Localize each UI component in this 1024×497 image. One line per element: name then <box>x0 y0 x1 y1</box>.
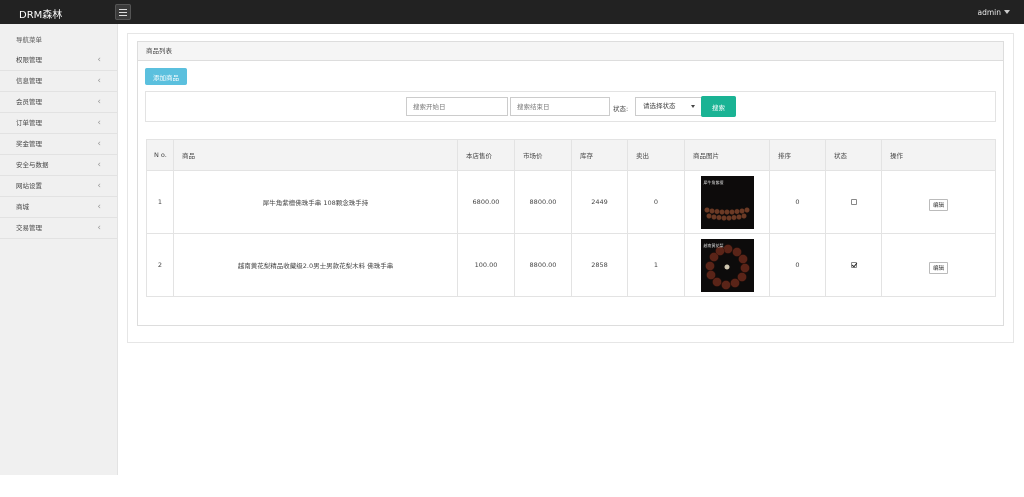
sold: 1 <box>627 233 685 297</box>
image-label: 犀牛角紫檀 <box>703 179 724 185</box>
sidebar-item-label: 安全与数据 <box>16 161 49 169</box>
sidebar-item-label: 商城 <box>16 203 29 211</box>
sidebar-item-orders[interactable]: 订单管理 ‹ <box>0 113 117 134</box>
search-bar: 状态: 请选择状态 搜索 <box>145 91 996 122</box>
product-image: 犀牛角紫檀 <box>700 175 754 229</box>
product-image: 越南黄花梨 <box>700 238 754 292</box>
col-sort: 排序 <box>769 139 826 171</box>
col-product: 商品 <box>173 139 458 171</box>
panel-title: 商品列表 <box>138 42 1003 61</box>
sidebar-item-info[interactable]: 信息管理 ‹ <box>0 71 117 92</box>
status-cell <box>825 233 882 297</box>
chevron-left-icon: ‹ <box>97 97 101 107</box>
operations-cell: 编辑 <box>881 170 996 234</box>
product-name: 犀牛角紫檀佛珠手串 108颗念珠手持 <box>173 170 458 234</box>
image-label: 越南黄花梨 <box>703 242 724 248</box>
sidebar-item-label: 交易管理 <box>16 224 42 232</box>
image-cell: 越南黄花梨 <box>684 233 770 297</box>
row-no: 2 <box>146 233 174 297</box>
hamburger-icon[interactable] <box>115 4 131 20</box>
sidebar-item-label: 奖金管理 <box>16 140 42 148</box>
chevron-left-icon: ‹ <box>97 160 101 170</box>
product-name: 越南黄花梨精品收藏级2.0男士男款花梨木料 佛珠手串 <box>173 233 458 297</box>
table-row: 1 犀牛角紫檀佛珠手串 108颗念珠手持 6800.00 8800.00 244… <box>146 170 996 234</box>
sidebar-item-mall[interactable]: 商城 ‹ <box>0 197 117 218</box>
chevron-left-icon: ‹ <box>97 76 101 86</box>
image-cell: 犀牛角紫檀 <box>684 170 770 234</box>
price: 6800.00 <box>457 170 515 234</box>
status-checkbox[interactable] <box>850 199 857 205</box>
edit-button[interactable]: 编辑 <box>928 199 948 211</box>
chevron-left-icon: ‹ <box>97 223 101 233</box>
sidebar-item-permissions[interactable]: 权限管理 ‹ <box>0 50 117 71</box>
col-stock: 库存 <box>571 139 628 171</box>
chevron-left-icon: ‹ <box>97 55 101 65</box>
col-no: N o. <box>146 139 174 171</box>
sidebar-item-site-settings[interactable]: 网站设置 ‹ <box>0 176 117 197</box>
row-no: 1 <box>146 170 174 234</box>
col-image: 商品图片 <box>684 139 770 171</box>
chevron-left-icon: ‹ <box>97 181 101 191</box>
sidebar-item-label: 权限管理 <box>16 56 42 64</box>
chevron-left-icon: ‹ <box>97 202 101 212</box>
status-select[interactable]: 请选择状态 <box>635 97 702 116</box>
edit-button[interactable]: 编辑 <box>928 262 948 274</box>
brand-title[interactable]: DRM森林 <box>19 6 62 21</box>
status-label: 状态: <box>613 105 629 113</box>
sidebar-item-label: 会员管理 <box>16 98 42 106</box>
add-product-button[interactable]: 添加商品 <box>145 68 187 85</box>
status-select-value: 请选择状态 <box>643 102 676 110</box>
col-operations: 操作 <box>881 139 996 171</box>
market-price: 8800.00 <box>514 170 572 234</box>
username: admin <box>977 8 1002 17</box>
goods-table: N o. 商品 本店售价 市场价 库存 卖出 商品图片 排序 状态 操作 1 犀… <box>146 139 996 297</box>
status-checkbox[interactable] <box>850 262 857 268</box>
status-cell <box>825 170 882 234</box>
stock: 2449 <box>571 170 628 234</box>
operations-cell: 编辑 <box>881 233 996 297</box>
col-market-price: 市场价 <box>514 139 572 171</box>
sidebar: 导航菜单 权限管理 ‹ 信息管理 ‹ 会员管理 ‹ 订单管理 ‹ 奖金管理 ‹ 安全与数据… <box>0 24 118 475</box>
select-caret-icon <box>691 105 695 108</box>
sidebar-item-bonus[interactable]: 奖金管理 ‹ <box>0 134 117 155</box>
sidebar-heading: 导航菜单 <box>16 36 42 44</box>
col-sold: 卖出 <box>627 139 685 171</box>
end-date-input[interactable] <box>510 97 610 116</box>
chevron-left-icon: ‹ <box>97 139 101 149</box>
sidebar-item-trade[interactable]: 交易管理 ‹ <box>0 218 117 239</box>
sidebar-item-security[interactable]: 安全与数据 ‹ <box>0 155 117 176</box>
chevron-left-icon: ‹ <box>97 118 101 128</box>
col-price: 本店售价 <box>457 139 515 171</box>
sidebar-item-label: 网站设置 <box>16 182 42 190</box>
price: 100.00 <box>457 233 515 297</box>
caret-down-icon <box>1004 10 1010 14</box>
sidebar-item-label: 信息管理 <box>16 77 42 85</box>
user-menu[interactable]: admin <box>977 8 1010 17</box>
stock: 2858 <box>571 233 628 297</box>
sort: 0 <box>769 170 826 234</box>
start-date-input[interactable] <box>406 97 508 116</box>
table-header-row: N o. 商品 本店售价 市场价 库存 卖出 商品图片 排序 状态 操作 <box>146 139 996 171</box>
top-navbar: DRM森林 admin <box>0 0 1024 24</box>
sidebar-item-label: 订单管理 <box>16 119 42 127</box>
sidebar-item-members[interactable]: 会员管理 ‹ <box>0 92 117 113</box>
market-price: 8800.00 <box>514 233 572 297</box>
col-status: 状态 <box>825 139 882 171</box>
sold: 0 <box>627 170 685 234</box>
search-button[interactable]: 搜索 <box>701 96 736 117</box>
sort: 0 <box>769 233 826 297</box>
table-row: 2 越南黄花梨精品收藏级2.0男士男款花梨木料 佛珠手串 100.00 8800… <box>146 233 996 297</box>
